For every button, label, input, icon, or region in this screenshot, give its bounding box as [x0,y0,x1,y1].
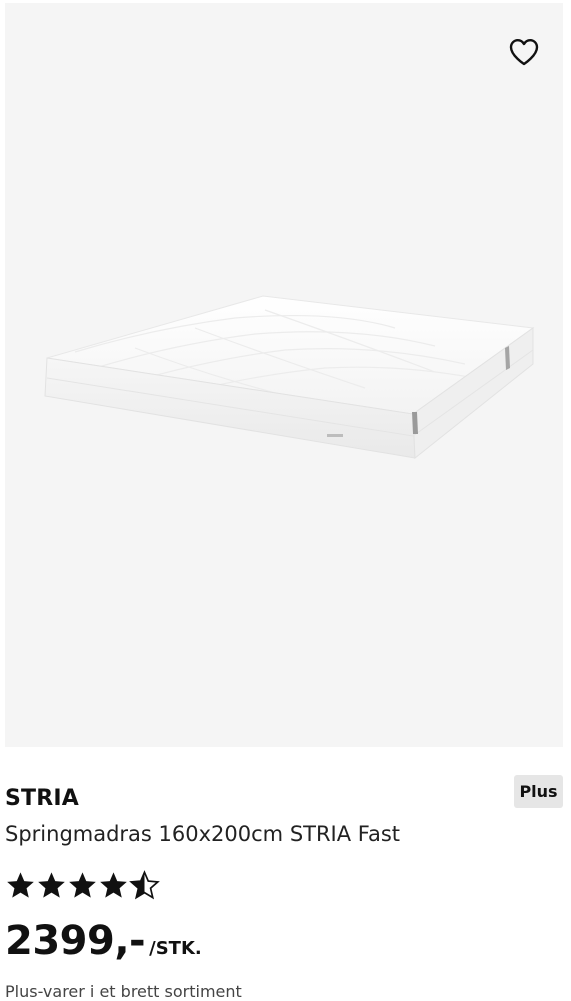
favorite-button[interactable] [505,33,543,71]
star-icon [7,872,34,898]
product-brand: STRIA [5,786,80,811]
price: 2399,- [5,918,146,964]
star-half-icon [129,870,160,900]
truncated-info-text: Plus-varer i et brett sortiment [5,982,242,1001]
price-row: 2399,- /STK. [5,918,202,964]
star-icon [38,872,65,898]
product-name[interactable]: Springmadras 160x200cm STRIA Fast [5,822,400,846]
heart-outline-icon [509,39,539,66]
product-image-area[interactable] [5,3,563,747]
plus-badge: Plus [514,775,563,808]
price-unit: /STK. [149,938,202,959]
star-icon [100,872,127,898]
mattress-image [44,295,535,460]
product-card[interactable]: STRIA Plus Springmadras 160x200cm STRIA … [0,0,571,1001]
rating-stars[interactable] [5,870,160,902]
star-icon [69,872,96,898]
